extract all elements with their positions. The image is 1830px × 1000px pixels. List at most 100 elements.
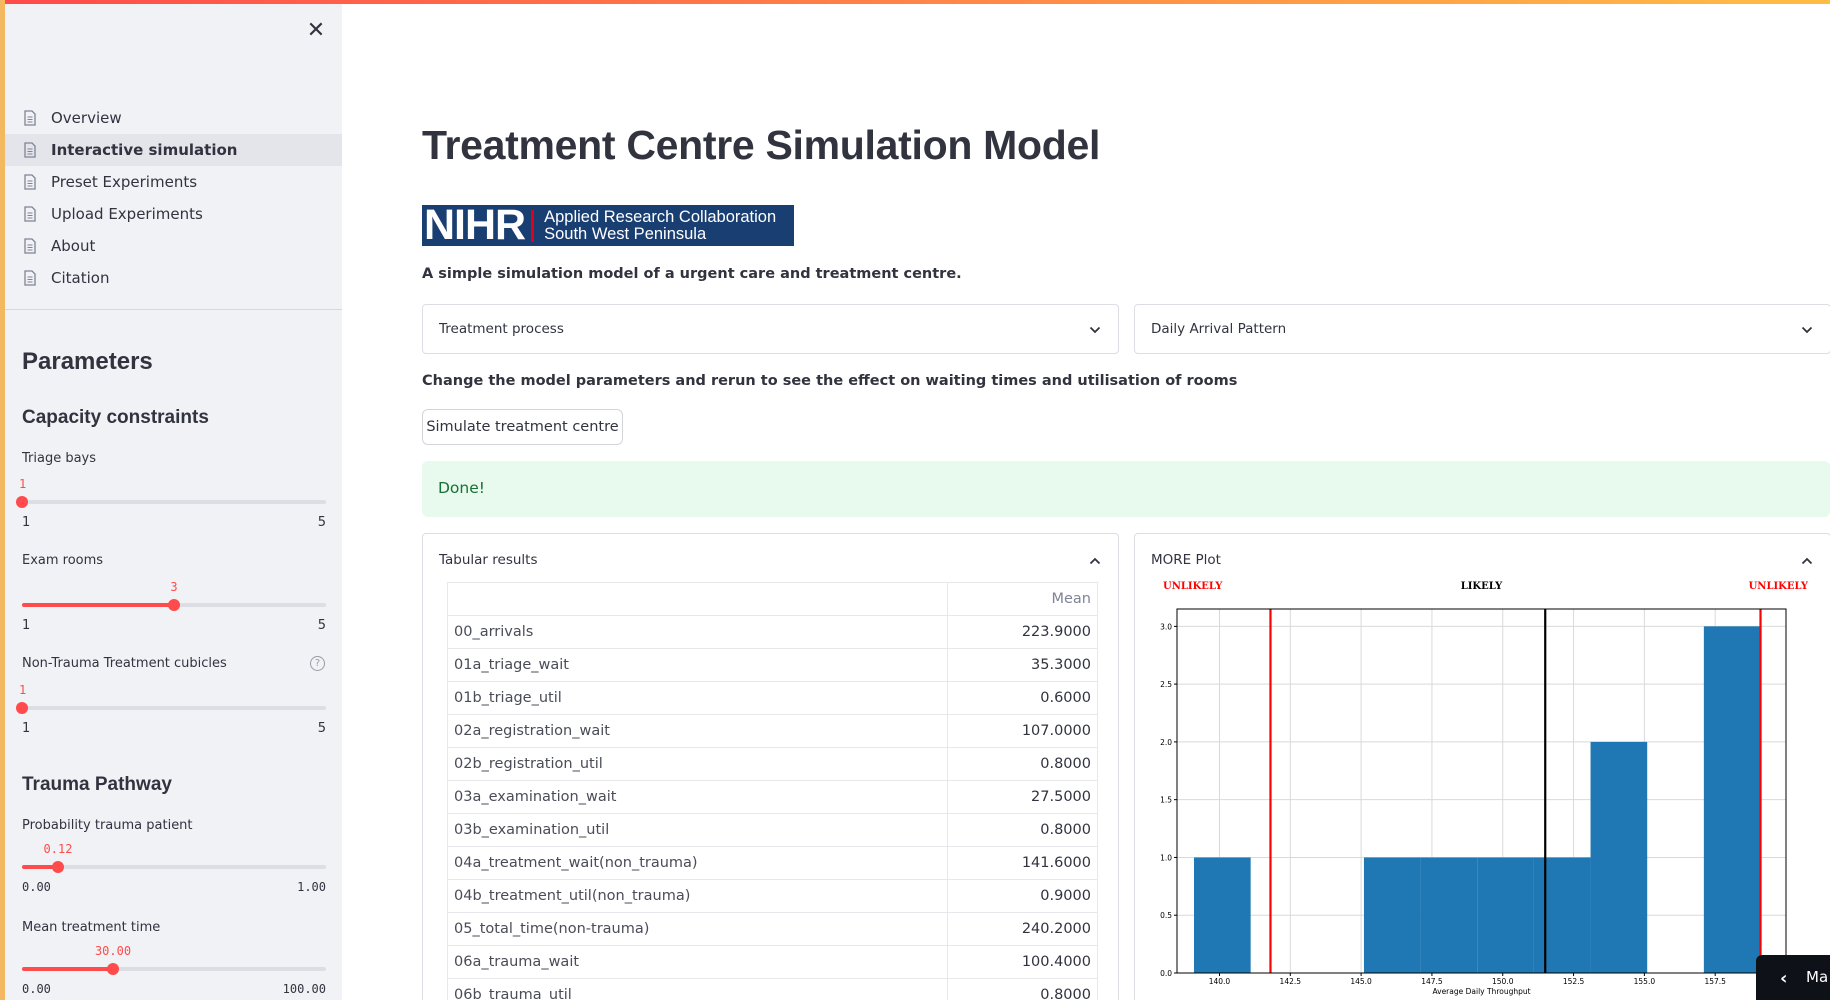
table-row: 06b_trauma_util 0.8000 (447, 978, 1098, 1000)
table-row: 04a_treatment_wait(non_trauma) 141.6000 (447, 846, 1098, 880)
row-value: 0.8000 (947, 978, 1098, 1000)
arrival-pattern-expander[interactable]: Daily Arrival Pattern (1134, 304, 1830, 354)
triage-bays-slider[interactable]: 1 1 5 (16, 477, 326, 530)
trauma-heading: Trauma Pathway (22, 774, 172, 795)
slider-max: 5 (317, 721, 326, 736)
row-value: 27.5000 (947, 780, 1098, 814)
row-label: 00_arrivals (447, 615, 948, 649)
x-tick-label: 140.0 (1209, 977, 1231, 986)
table-row: 03a_examination_wait 27.5000 (447, 780, 1098, 814)
results-table: Mean 00_arrivals 223.9000 01a_triage_wait 3… (447, 582, 1098, 1000)
row-label: 04a_treatment_wait(non_trauma) (447, 846, 948, 880)
x-axis-label: Average Daily Throughput (1432, 987, 1530, 996)
slider-max: 5 (317, 618, 326, 633)
x-tick-label: 150.0 (1492, 977, 1514, 986)
slider-thumb[interactable] (107, 963, 119, 975)
slider-max: 1.00 (297, 880, 326, 894)
nav-item-upload-experiments[interactable]: Upload Experiments (5, 198, 342, 230)
treatment-time-label: Mean treatment time (22, 920, 161, 935)
table-row: 01b_triage_util 0.6000 (447, 681, 1098, 715)
x-tick-label: 157.5 (1704, 977, 1726, 986)
row-label: 01b_triage_util (447, 681, 948, 715)
table-mean-header[interactable]: Mean (947, 582, 1098, 616)
document-icon (24, 206, 36, 222)
cubicles-slider[interactable]: 1 1 5 (16, 683, 326, 736)
slider-min: 1 (22, 618, 31, 633)
logo-divider (531, 209, 535, 242)
table-row: 02b_registration_util 0.8000 (447, 747, 1098, 781)
more-plot-expander[interactable]: MORE Plot 140.0 142.5 145.0 147.5 150.0 152.5… (1134, 533, 1830, 1000)
slider-max: 100.00 (282, 982, 326, 996)
slider-min: 0.00 (22, 880, 51, 894)
main-content: Treatment Centre Simulation Model NIHR A… (342, 4, 1830, 1000)
chevron-left-icon: ‹ (1780, 968, 1788, 989)
row-label: 01a_triage_wait (447, 648, 948, 682)
logo-line2: South West Peninsula (544, 224, 707, 243)
row-value: 0.8000 (947, 813, 1098, 847)
slider-min: 1 (22, 721, 31, 736)
row-value: 35.3000 (947, 648, 1098, 682)
histogram-bar (1193, 857, 1251, 973)
treatment-process-expander[interactable]: Treatment process (422, 304, 1119, 354)
nav-item-overview[interactable]: Overview (5, 102, 342, 134)
slider-thumb[interactable] (16, 496, 28, 508)
trauma-prob-slider[interactable]: 0.12 0.00 1.00 (22, 842, 326, 894)
table-row: 06a_trauma_wait 100.4000 (447, 945, 1098, 979)
nav-item-preset-experiments[interactable]: Preset Experiments (5, 166, 342, 198)
x-tick-label: 142.5 (1280, 977, 1302, 986)
table-row: 00_arrivals 223.9000 (447, 615, 1098, 649)
manage-app-label: Ma (1806, 968, 1829, 986)
slider-thumb[interactable] (16, 702, 28, 714)
histogram-bar (1533, 857, 1591, 973)
nav-item-interactive-simulation[interactable]: Interactive simulation (5, 134, 342, 166)
row-value: 100.4000 (947, 945, 1098, 979)
sidebar: ✕ Overview Interactive simulation Preset… (5, 4, 342, 1000)
help-icon[interactable]: ? (310, 656, 325, 671)
treatment-time-slider[interactable]: 30.00 0.00 100.00 (22, 944, 326, 996)
zone-label: LIKELY (1461, 581, 1503, 592)
top-decoration-bar (0, 0, 1830, 4)
manage-app-button[interactable]: ‹ Ma (1756, 955, 1830, 1000)
nav-item-citation[interactable]: Citation (5, 262, 342, 294)
logo-nihr-text: NIHR (424, 201, 526, 249)
y-tick-label: 2.5 (1160, 680, 1172, 689)
table-row: 03b_examination_util 0.8000 (447, 813, 1098, 847)
nihr-logo: NIHR Applied Research Collaboration Sout… (422, 201, 794, 249)
simulate-button[interactable]: Simulate treatment centre (422, 409, 623, 445)
table-body: 00_arrivals 223.9000 01a_triage_wait 35.300… (447, 615, 1098, 1000)
y-tick-label: 1.0 (1160, 853, 1172, 862)
document-icon (24, 238, 36, 254)
expander-label: Daily Arrival Pattern (1151, 321, 1287, 337)
slider-value: 30.00 (94, 944, 132, 958)
close-sidebar-icon[interactable]: ✕ (303, 18, 329, 44)
sidebar-divider (5, 309, 342, 310)
slider-thumb[interactable] (168, 599, 180, 611)
table-index-header (447, 582, 948, 616)
expander-label: Tabular results (439, 552, 538, 568)
y-tick-label: 0.0 (1160, 969, 1172, 978)
nav-item-about[interactable]: About (5, 230, 342, 262)
trauma-prob-label: Probability trauma patient (22, 818, 193, 833)
parameters-heading: Parameters (22, 348, 153, 375)
row-value: 0.6000 (947, 681, 1098, 715)
row-label: 06b_trauma_util (447, 978, 948, 1000)
table-row: 05_total_time(non-trauma) 240.2000 (447, 912, 1098, 946)
exam-rooms-slider[interactable]: 3 1 5 (22, 580, 326, 633)
slider-fill (22, 603, 174, 607)
nav-item-label: Citation (51, 269, 110, 287)
nav-item-label: Upload Experiments (51, 205, 203, 223)
y-tick-label: 0.5 (1160, 911, 1172, 920)
zone-label: UNLIKELY (1749, 581, 1809, 592)
row-label: 02b_registration_util (447, 747, 948, 781)
slider-thumb[interactable] (52, 861, 64, 873)
slider-track (22, 500, 326, 504)
tabular-results-expander[interactable]: Tabular results Mean 00_arrivals 223.9000… (422, 533, 1119, 1000)
row-label: 03a_examination_wait (447, 780, 948, 814)
logo-line1: Applied Research Collaboration (544, 207, 777, 226)
chevron-down-icon (1089, 326, 1101, 334)
table-row: 02a_registration_wait 107.0000 (447, 714, 1098, 748)
row-value: 0.8000 (947, 747, 1098, 781)
row-label: 05_total_time(non-trauma) (447, 912, 948, 946)
success-alert: Done! (422, 461, 1830, 517)
histogram-bar (1703, 626, 1761, 973)
